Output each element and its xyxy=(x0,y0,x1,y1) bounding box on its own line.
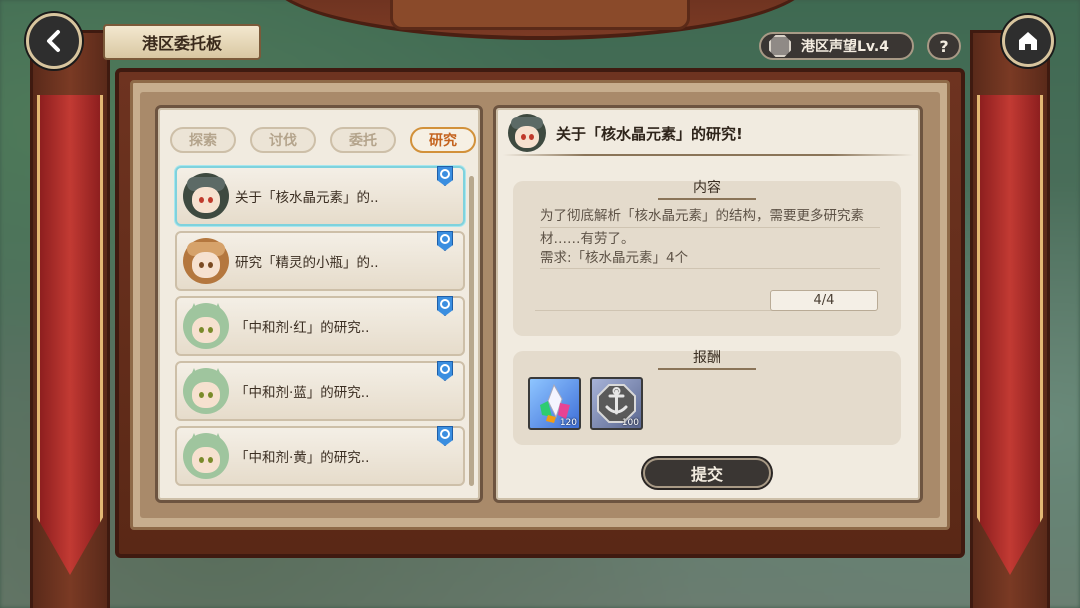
left-red-banner xyxy=(37,95,103,575)
research-badge-icon xyxy=(437,361,453,381)
right-red-banner xyxy=(977,95,1043,575)
tab-commission[interactable]: 委托 xyxy=(330,127,396,153)
avatar xyxy=(183,433,229,479)
board-top-plaque xyxy=(390,0,690,30)
description-line: 为了彻底解析「核水晶元素」的结构，需要更多研究素 xyxy=(540,205,880,228)
category-tabs: 探索 讨伐 委托 研究 xyxy=(170,127,476,153)
research-badge-icon xyxy=(437,231,453,251)
list-item[interactable]: 关于「核水晶元素」的.. xyxy=(175,166,465,226)
research-badge-icon xyxy=(437,166,453,186)
reputation-button[interactable]: 港区声望Lv.4 xyxy=(759,32,914,60)
detail-header: 关于「核水晶元素」的研究! xyxy=(508,114,743,152)
progress-counter: 4/4 xyxy=(770,290,878,311)
avatar xyxy=(183,238,229,284)
tab-subjugate[interactable]: 讨伐 xyxy=(250,127,316,153)
detail-title: 关于「核水晶元素」的研究! xyxy=(556,124,743,143)
request-title: 关于「核水晶元素」的.. xyxy=(235,190,379,206)
requirement-text: 需求:「核水晶元素」4个 xyxy=(540,248,880,269)
ornamental-divider xyxy=(503,154,913,156)
help-button[interactable]: ? xyxy=(927,32,961,60)
list-item[interactable]: 研究「精灵的小瓶」的.. xyxy=(175,231,465,291)
list-item[interactable]: 「中和剂·蓝」的研究.. xyxy=(175,361,465,421)
submit-button[interactable]: 提交 xyxy=(643,458,771,488)
avatar xyxy=(183,173,229,219)
research-badge-icon xyxy=(437,426,453,446)
reputation-emblem-icon xyxy=(769,35,791,57)
request-title: 「中和剂·红」的研究.. xyxy=(235,320,370,336)
content-heading: 内容 xyxy=(513,177,901,200)
request-title: 「中和剂·蓝」的研究.. xyxy=(235,385,370,401)
reward-count: 120 xyxy=(559,418,577,428)
chevron-left-icon xyxy=(47,30,60,52)
reward-count: 100 xyxy=(621,418,639,428)
request-list: 关于「核水晶元素」的.. 研究「精灵的小瓶」的.. 「中和剂·红」的研究.. 「… xyxy=(175,166,465,491)
reward-heading: 报酬 xyxy=(513,347,901,370)
page-title: 港区委托板 xyxy=(103,24,261,60)
list-scrollbar[interactable] xyxy=(469,176,474,486)
home-icon xyxy=(1019,32,1037,50)
request-description: 为了彻底解析「核水晶元素」的结构，需要更多研究素 材……有劳了。 xyxy=(540,205,880,250)
research-badge-icon xyxy=(437,296,453,316)
avatar xyxy=(183,368,229,414)
home-button[interactable] xyxy=(1002,15,1054,67)
crystal-icon[interactable]: 120 xyxy=(528,377,581,430)
request-title: 「中和剂·黄」的研究.. xyxy=(235,450,370,466)
tab-explore[interactable]: 探索 xyxy=(170,127,236,153)
reputation-label: 港区声望Lv.4 xyxy=(801,39,889,55)
client-avatar xyxy=(508,114,546,152)
back-button[interactable] xyxy=(26,13,82,69)
list-item[interactable]: 「中和剂·黄」的研究.. xyxy=(175,426,465,486)
list-item[interactable]: 「中和剂·红」的研究.. xyxy=(175,296,465,356)
request-title: 研究「精灵的小瓶」的.. xyxy=(235,255,379,271)
anchor-medal-icon[interactable]: 100 xyxy=(590,377,643,430)
tab-research[interactable]: 研究 xyxy=(410,127,476,153)
avatar xyxy=(183,303,229,349)
description-line: 材……有劳了。 xyxy=(540,231,635,247)
